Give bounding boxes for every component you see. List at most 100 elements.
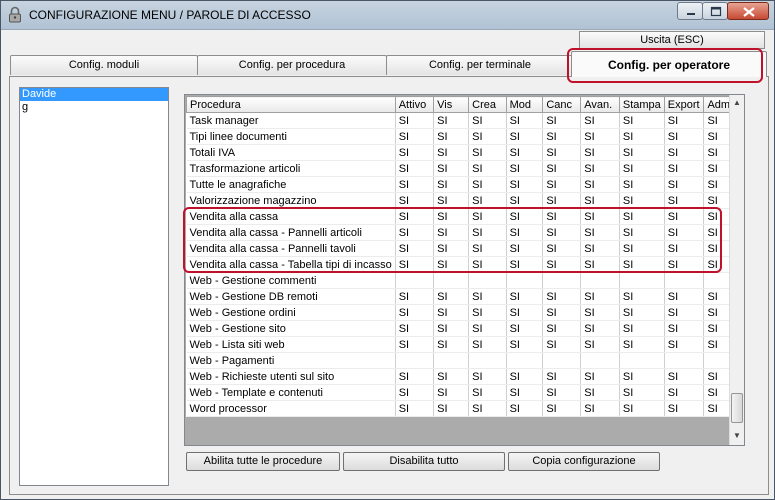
permission-cell[interactable]: SI bbox=[542, 176, 582, 193]
permission-cell[interactable]: SI bbox=[664, 304, 705, 321]
permission-cell[interactable]: SI bbox=[506, 336, 544, 353]
table-row[interactable]: Word processor SI SI SI SI SI SI SI SI SI bbox=[186, 400, 744, 417]
permission-cell[interactable]: SI bbox=[580, 320, 620, 337]
permission-cell[interactable]: SI bbox=[468, 176, 507, 193]
procedure-cell[interactable]: Task manager bbox=[186, 112, 396, 129]
permission-cell[interactable]: SI bbox=[619, 224, 665, 241]
permission-cell[interactable]: SI bbox=[619, 112, 665, 129]
permission-cell[interactable]: SI bbox=[506, 128, 544, 145]
permission-cell[interactable]: SI bbox=[619, 160, 665, 177]
table-row[interactable]: Task manager SI SI SI SI SI SI SI SI SI bbox=[186, 112, 744, 129]
permission-cell[interactable]: SI bbox=[580, 176, 620, 193]
permission-cell[interactable]: SI bbox=[619, 384, 665, 401]
permission-cell[interactable]: SI bbox=[433, 160, 470, 177]
table-row[interactable]: Tutte le anagrafiche SI SI SI SI SI SI SI SI SI bbox=[186, 176, 744, 193]
permission-cell[interactable]: SI bbox=[433, 144, 470, 161]
permission-cell[interactable]: SI bbox=[664, 160, 705, 177]
permission-cell[interactable]: SI bbox=[468, 112, 507, 129]
permission-cell[interactable]: SI bbox=[468, 160, 507, 177]
permission-cell[interactable]: SI bbox=[468, 336, 507, 353]
permission-cell[interactable] bbox=[619, 352, 665, 369]
permission-cell[interactable]: SI bbox=[580, 304, 620, 321]
permission-cell[interactable]: SI bbox=[433, 320, 470, 337]
permission-cell[interactable]: SI bbox=[619, 208, 665, 225]
permission-cell[interactable]: SI bbox=[542, 400, 582, 417]
permission-cell[interactable]: SI bbox=[619, 256, 665, 273]
permission-cell[interactable]: SI bbox=[542, 320, 582, 337]
permission-cell[interactable] bbox=[664, 352, 705, 369]
permission-cell[interactable]: SI bbox=[468, 192, 507, 209]
permission-cell[interactable]: SI bbox=[580, 288, 620, 305]
permission-cell[interactable]: SI bbox=[619, 128, 665, 145]
permission-cell[interactable]: SI bbox=[395, 400, 435, 417]
permission-cell[interactable]: SI bbox=[506, 400, 544, 417]
permission-cell[interactable]: SI bbox=[506, 320, 544, 337]
permission-cell[interactable] bbox=[506, 272, 544, 289]
disable-all-button[interactable]: Disabilita tutto bbox=[343, 452, 505, 471]
permission-cell[interactable]: SI bbox=[619, 192, 665, 209]
permission-cell[interactable]: SI bbox=[468, 288, 507, 305]
table-row[interactable]: Vendita alla cassa - Tabella tipi di inc… bbox=[186, 256, 744, 273]
tab-config-per-operatore[interactable]: Config. per operatore bbox=[571, 51, 767, 77]
procedure-cell[interactable]: Vendita alla cassa - Tabella tipi di inc… bbox=[186, 256, 396, 273]
permission-cell[interactable]: SI bbox=[619, 336, 665, 353]
permission-cell[interactable]: SI bbox=[395, 144, 435, 161]
permission-cell[interactable] bbox=[395, 352, 435, 369]
permission-cell[interactable]: SI bbox=[433, 224, 470, 241]
permission-cell[interactable] bbox=[433, 352, 470, 369]
permission-cell[interactable]: SI bbox=[468, 256, 507, 273]
scroll-down-arrow-icon[interactable]: ▼ bbox=[730, 429, 744, 443]
permission-cell[interactable]: SI bbox=[580, 400, 620, 417]
permission-cell[interactable]: SI bbox=[433, 384, 470, 401]
permission-cell[interactable]: SI bbox=[580, 336, 620, 353]
permission-cell[interactable]: SI bbox=[506, 256, 544, 273]
permission-cell[interactable]: SI bbox=[433, 336, 470, 353]
permission-cell[interactable]: SI bbox=[542, 160, 582, 177]
permission-cell[interactable] bbox=[395, 272, 435, 289]
permission-cell[interactable]: SI bbox=[433, 368, 470, 385]
copy-config-button[interactable]: Copia configurazione bbox=[508, 452, 660, 471]
permission-cell[interactable]: SI bbox=[395, 288, 435, 305]
permission-cell[interactable]: SI bbox=[433, 112, 470, 129]
grid-vertical-scrollbar[interactable]: ▲ ▼ bbox=[729, 95, 744, 445]
permission-cell[interactable] bbox=[664, 272, 705, 289]
permission-cell[interactable]: SI bbox=[664, 368, 705, 385]
permission-cell[interactable]: SI bbox=[506, 384, 544, 401]
permission-cell[interactable]: SI bbox=[468, 368, 507, 385]
permission-cell[interactable]: SI bbox=[619, 400, 665, 417]
permission-cell[interactable]: SI bbox=[395, 320, 435, 337]
table-row[interactable]: Vendita alla cassa - Pannelli tavoli SI SI… bbox=[186, 240, 744, 257]
permission-cell[interactable]: SI bbox=[506, 176, 544, 193]
operator-list[interactable]: Davide g bbox=[19, 87, 169, 486]
permission-cell[interactable]: SI bbox=[542, 304, 582, 321]
permission-cell[interactable]: SI bbox=[580, 144, 620, 161]
permission-cell[interactable]: SI bbox=[619, 144, 665, 161]
permission-cell[interactable]: SI bbox=[395, 384, 435, 401]
tab-config-per-procedura[interactable]: Config. per procedura bbox=[197, 55, 387, 75]
permission-cell[interactable]: SI bbox=[395, 176, 435, 193]
permission-cell[interactable]: SI bbox=[468, 384, 507, 401]
operator-item[interactable]: Davide bbox=[20, 88, 168, 101]
minimize-button[interactable] bbox=[677, 2, 703, 20]
table-row[interactable]: Web - Gestione ordini SI SI SI SI SI SI SI SI SI bbox=[186, 304, 744, 321]
permission-cell[interactable]: SI bbox=[619, 304, 665, 321]
table-row[interactable]: Tipi linee documenti SI SI SI SI SI SI SI SI SI bbox=[186, 128, 744, 145]
permission-cell[interactable]: SI bbox=[542, 288, 582, 305]
table-row[interactable]: Web - Gestione sito SI SI SI SI SI SI SI SI SI bbox=[186, 320, 744, 337]
permission-cell[interactable]: SI bbox=[619, 368, 665, 385]
permission-cell[interactable]: SI bbox=[542, 256, 582, 273]
permission-cell[interactable]: SI bbox=[395, 224, 435, 241]
permission-cell[interactable]: SI bbox=[433, 128, 470, 145]
permission-cell[interactable]: SI bbox=[506, 208, 544, 225]
procedure-cell[interactable]: Vendita alla cassa bbox=[186, 208, 396, 225]
permission-cell[interactable] bbox=[580, 352, 620, 369]
permission-cell[interactable]: SI bbox=[542, 240, 582, 257]
permission-cell[interactable]: SI bbox=[506, 368, 544, 385]
permission-cell[interactable]: SI bbox=[506, 160, 544, 177]
column-header[interactable]: Export bbox=[663, 96, 705, 113]
permission-cell[interactable]: SI bbox=[664, 208, 705, 225]
permission-cell[interactable]: SI bbox=[580, 128, 620, 145]
table-row[interactable]: Web - Gestione DB remoti SI SI SI SI SI SI SI SI… bbox=[186, 288, 744, 305]
permission-cell[interactable]: SI bbox=[664, 112, 705, 129]
permission-cell[interactable]: SI bbox=[619, 176, 665, 193]
